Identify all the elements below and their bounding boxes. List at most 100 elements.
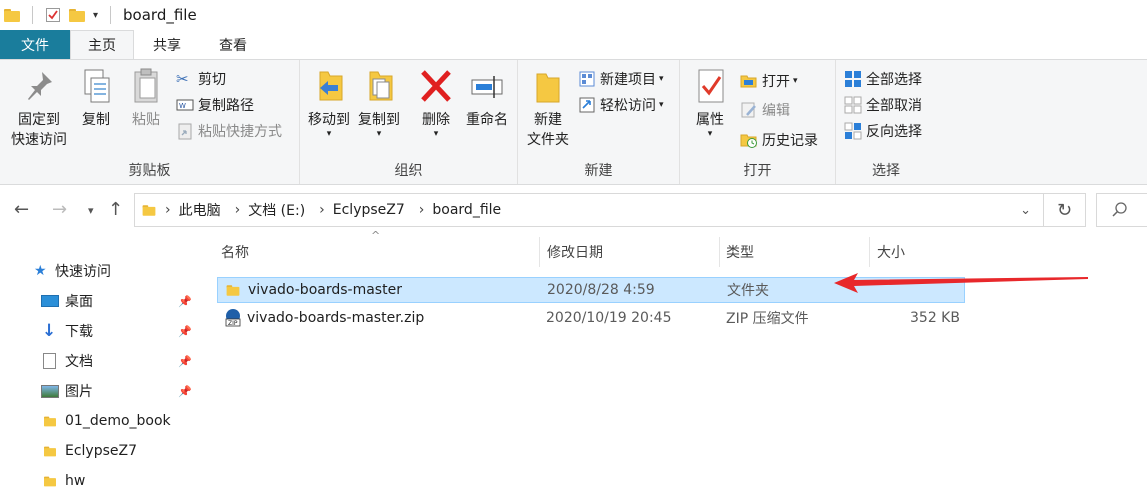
pin-quick-access-button[interactable]: 固定到 快速访问 [8,66,70,150]
back-arrow-icon[interactable]: ← [14,199,29,220]
copy-to-button[interactable]: 复制到 ▾ [354,66,404,139]
easy-access-button[interactable]: 轻松访问 ▾ [578,93,664,117]
cut-button[interactable]: ✂ 剪切 [176,67,226,91]
folder-icon [44,446,56,456]
pin-icon: 📌 [178,354,192,368]
chevron-right-icon[interactable]: › [165,202,171,218]
breadcrumb-eclypsez7[interactable]: EclypseZ7 [333,202,405,218]
pin-icon: 📌 [178,324,192,338]
properties-button[interactable]: 属性 ▾ [688,66,732,139]
open-button[interactable]: 打开 ▾ [740,69,798,93]
chevron-right-icon[interactable]: › [419,202,425,218]
folder-icon [44,476,56,486]
invert-selection-icon [844,122,862,140]
tab-file[interactable]: 文件 [0,30,70,59]
file-name: vivado-boards-master [248,282,402,298]
tab-view[interactable]: 查看 [200,30,266,59]
tab-share[interactable]: 共享 [134,30,200,59]
paste-icon [134,68,158,103]
divider [110,6,112,24]
up-arrow-icon[interactable]: ↑ [108,199,123,220]
sort-ascending-icon: ^ [371,229,381,242]
breadcrumb-board-file[interactable]: board_file [432,202,501,218]
nav-item-downloads[interactable]: ↓ 下载 📌 [0,316,200,346]
paste-shortcut-button[interactable]: 粘贴快捷方式 [176,119,282,143]
new-folder-button[interactable]: 新建 文件夹 [524,66,572,150]
copy-button[interactable]: 复制 [76,66,116,130]
address-row: ← → ▾ ↑ › 此电脑 › 文档 (E:) › EclypseZ7 › bo… [0,185,1147,235]
column-divider[interactable] [539,237,540,267]
move-to-icon [319,71,343,101]
ribbon-tabs: 文件 主页 共享 查看 [0,30,1147,59]
history-button[interactable]: 历史记录 [740,128,818,152]
properties-icon [698,69,724,103]
column-divider[interactable] [869,237,870,267]
nav-item-hw[interactable]: hw [0,466,200,496]
refresh-button[interactable]: ↻ [1044,193,1086,227]
new-folder-icon [536,73,560,103]
address-dropdown-icon[interactable]: ⌄ [1020,203,1031,218]
customize-dropdown-icon[interactable]: ▾ [93,10,98,21]
new-folder-icon[interactable] [69,8,85,22]
history-icon [740,134,757,148]
column-header-size[interactable]: 大小 [877,235,905,269]
nav-item-documents[interactable]: 文档 📌 [0,346,200,376]
new-group-label: 新建 [584,163,613,179]
new-item-icon [579,71,595,87]
nav-item-desktop[interactable]: 桌面 📌 [0,286,200,316]
copy-to-icon [369,71,393,101]
invert-selection-button[interactable]: 反向选择 [844,119,922,143]
forward-arrow-icon[interactable]: → [52,199,67,220]
rename-button[interactable]: 重命名 [460,66,514,130]
download-icon: ↓ [42,321,57,341]
select-all-button[interactable]: 全部选择 [844,67,922,91]
search-icon [1112,202,1127,217]
divider [32,6,33,24]
refresh-icon: ↻ [1056,199,1073,221]
copy-path-button[interactable]: W 复制路径 [176,93,254,117]
column-header-date[interactable]: 修改日期 [547,235,603,269]
edit-pencil-icon [741,102,756,118]
open-folder-icon [740,75,757,88]
select-none-button[interactable]: 全部取消 [844,93,922,117]
delete-x-icon [421,70,451,102]
column-header-type[interactable]: 类型 [726,235,754,269]
new-group: 新建 文件夹 新建项目 ▾ 轻松访问 ▾ 新建 [518,60,680,184]
search-box[interactable] [1096,193,1147,227]
nav-item-eclypsez7[interactable]: EclypseZ7 [0,436,200,466]
title-bar: ▾ board_file [0,0,1147,30]
pin-icon: 📌 [178,384,192,398]
folder-icon [226,285,240,296]
organize-group: 移动到 ▾ 复制到 ▾ 删除 ▾ 重命名 组织 [300,60,518,184]
recent-locations-chevron-icon[interactable]: ▾ [88,204,94,217]
svg-text:ZIP: ZIP [228,320,238,327]
paste-button[interactable]: 粘贴 [124,66,168,130]
nav-item-01-demo-book[interactable]: 01_demo_book [0,406,200,436]
breadcrumb-drive-e[interactable]: 文档 (E:) [248,200,305,220]
nav-item-quick-access[interactable]: ★ 快速访问 [0,256,200,286]
picture-icon [41,384,59,398]
desktop-icon [41,295,59,307]
tab-home[interactable]: 主页 [70,30,134,59]
ribbon: 固定到 快速访问 复制 粘贴 ✂ 剪切 W 复制路径 粘贴快捷方式 剪贴板 移动… [0,59,1147,185]
open-group-label: 打开 [743,163,772,179]
edit-button[interactable]: 编辑 [740,98,790,122]
chevron-right-icon[interactable]: › [319,202,325,218]
breadcrumb-this-pc[interactable]: 此电脑 [179,200,221,220]
move-to-button[interactable]: 移动到 ▾ [304,66,354,139]
chevron-down-icon: ▾ [707,129,713,139]
nav-item-pictures[interactable]: 图片 📌 [0,376,200,406]
chevron-right-icon[interactable]: › [235,202,241,218]
chevron-down-icon: ▾ [659,100,664,110]
properties-check-icon[interactable] [45,7,61,23]
copy-icon [84,69,110,103]
delete-button[interactable]: 删除 ▾ [416,66,456,139]
select-group-label: 选择 [872,163,900,179]
navigation-pane: ★ 快速访问 桌面 📌 ↓ 下载 📌 文档 📌 图片 📌 01_demo_boo… [0,235,200,501]
file-size: 352 KB [910,310,960,326]
column-header-name[interactable]: 名称 [221,235,249,269]
column-divider[interactable] [719,237,720,267]
new-item-button[interactable]: 新建项目 ▾ [578,67,664,91]
file-row-vivado-boards-master-zip[interactable]: ZIP vivado-boards-master.zip 2020/10/19 … [217,305,965,331]
address-bar[interactable]: › 此电脑 › 文档 (E:) › EclypseZ7 › board_file… [134,193,1044,227]
